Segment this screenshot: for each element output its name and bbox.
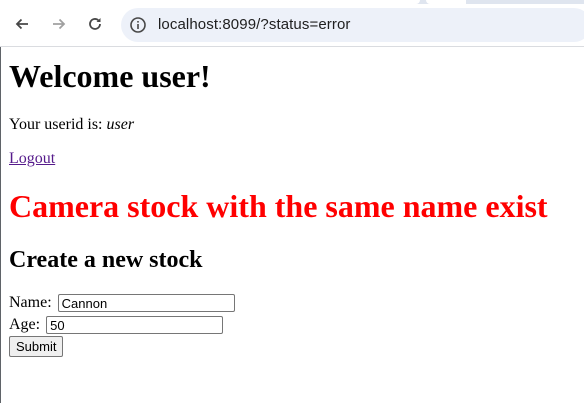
error-message: Camera stock with the same name exist	[9, 188, 548, 224]
userid-value: user	[106, 116, 135, 133]
age-row: Age:	[9, 315, 224, 335]
site-info-icon[interactable]	[129, 16, 147, 34]
submit-button[interactable]: Submit	[9, 336, 64, 357]
age-label: Age:	[9, 316, 41, 334]
reload-icon	[89, 18, 101, 30]
page-viewport: Welcome user! Your userid is: user Logou…	[0, 47, 584, 403]
welcome-heading: Welcome user!	[9, 58, 211, 94]
name-field[interactable]	[57, 294, 235, 313]
age-field[interactable]	[46, 316, 224, 335]
userid-label: Your userid is:	[9, 116, 107, 133]
browser-toolbar: localhost:8099/?status=error	[0, 4, 584, 47]
address-bar[interactable]: localhost:8099/?status=error	[121, 8, 584, 42]
back-arrow-icon	[15, 18, 28, 30]
name-label: Name:	[9, 294, 52, 312]
forward-button[interactable]	[44, 9, 74, 39]
back-button[interactable]	[7, 9, 37, 39]
reload-button[interactable]	[80, 9, 110, 39]
logout-link[interactable]: Logout	[9, 149, 55, 168]
forward-arrow-icon	[53, 18, 66, 30]
form-heading: Create a new stock	[9, 247, 203, 273]
name-row: Name:	[9, 293, 235, 313]
address-url[interactable]: localhost:8099/?status=error	[158, 16, 351, 33]
userid-line: Your userid is: user	[9, 115, 134, 134]
